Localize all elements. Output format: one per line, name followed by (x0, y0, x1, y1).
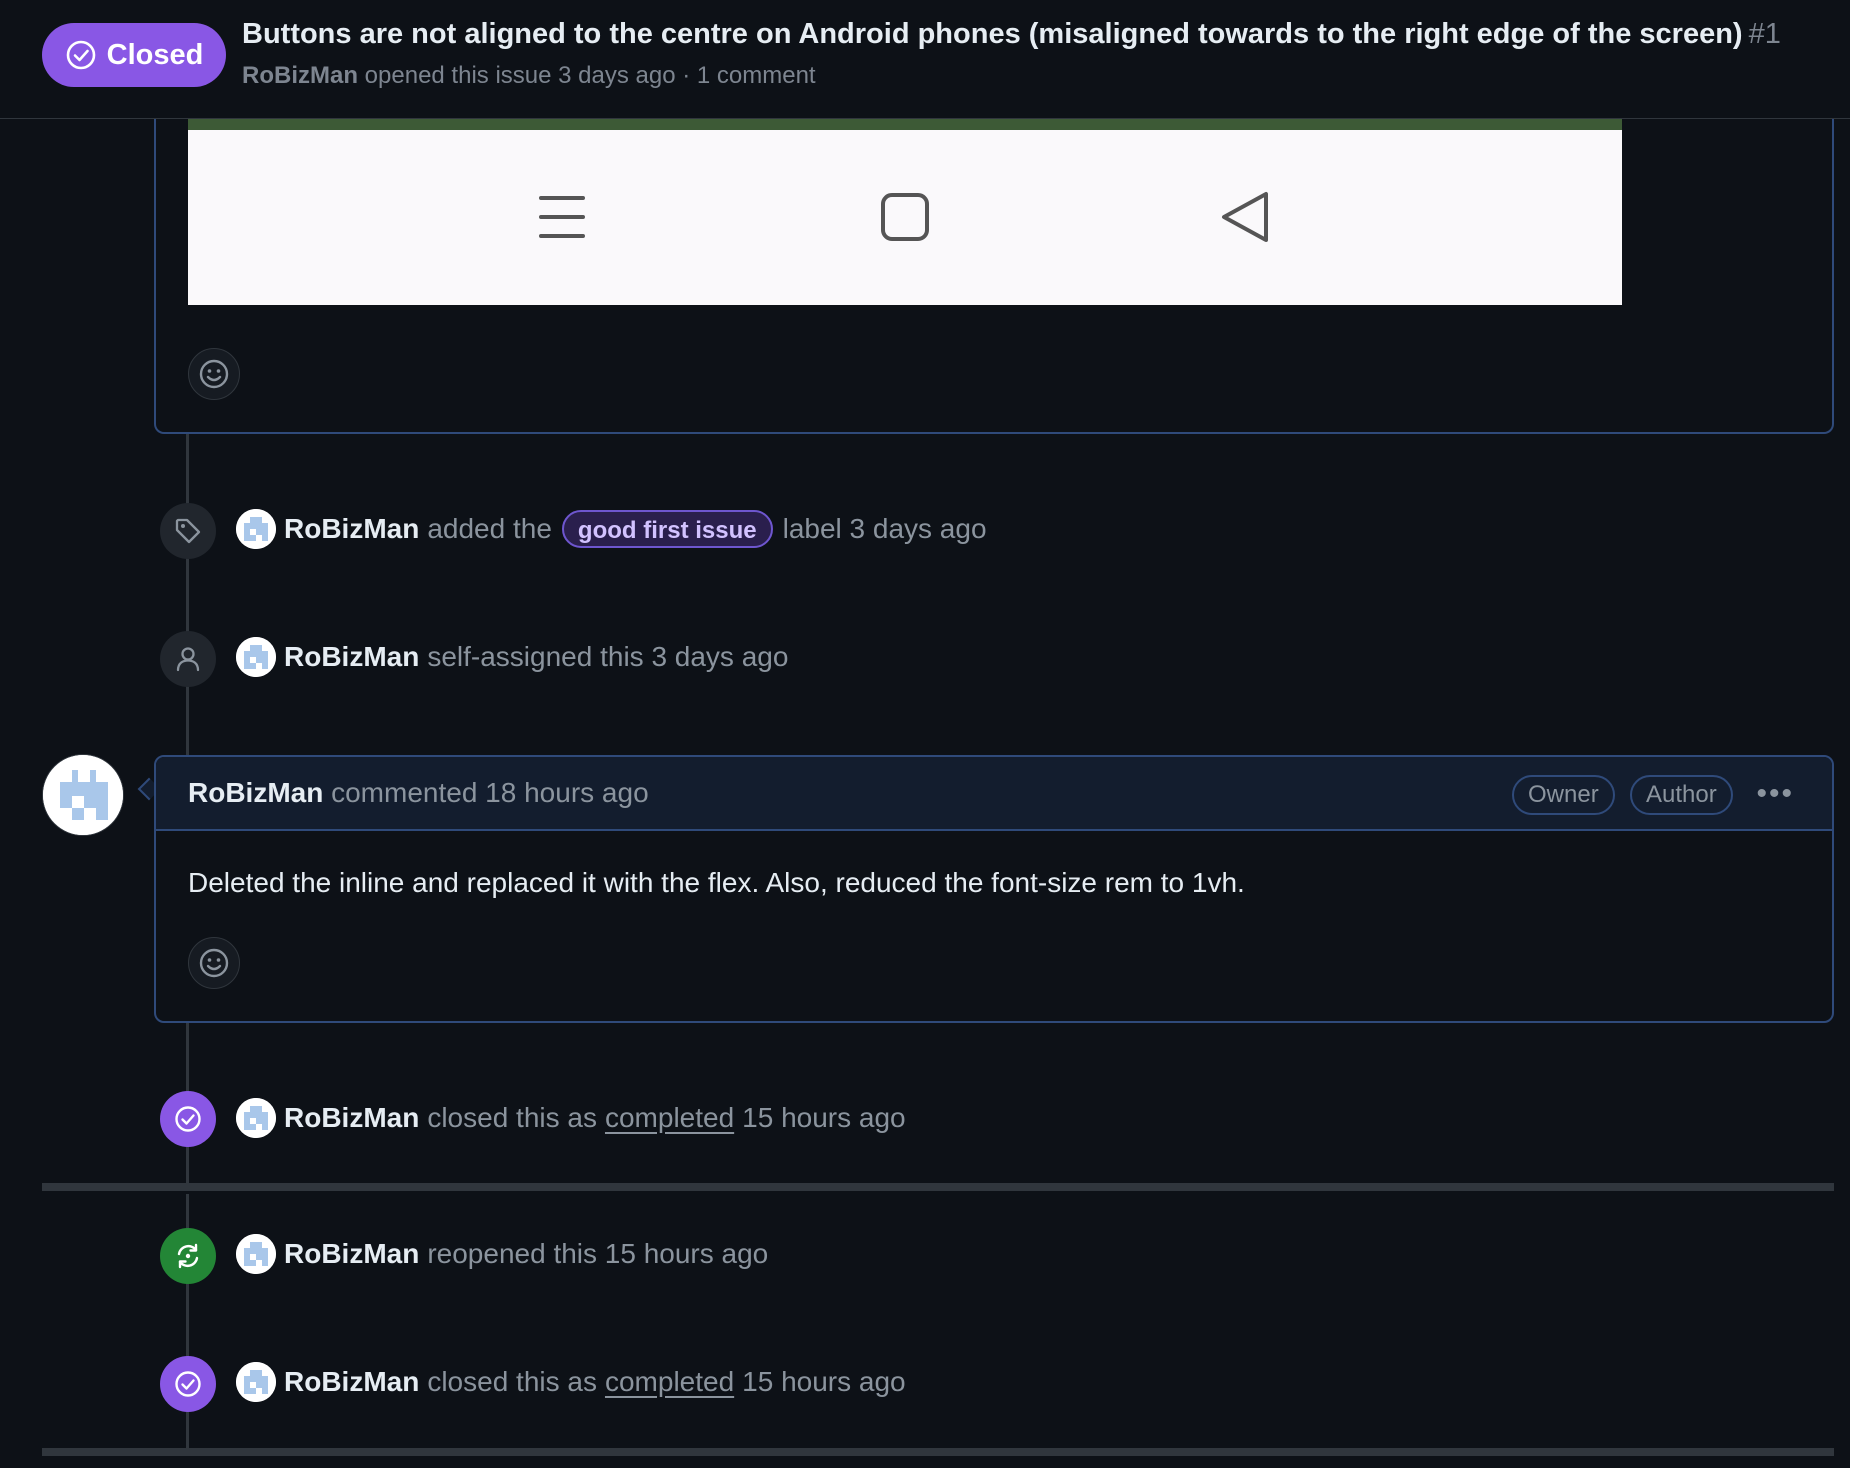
self-assigned-event: RoBizMan self-assigned this 3 days ago (236, 636, 788, 678)
add-reaction-button[interactable] (188, 937, 240, 989)
issue-meta: RoBizMan opened this issue 3 days ago · … (242, 62, 816, 90)
event-actor-link[interactable]: RoBizMan (284, 513, 419, 545)
event-text: self-assigned this 3 days ago (427, 641, 789, 672)
check-circle-icon (175, 1371, 201, 1397)
event-actor-link[interactable]: RoBizMan (284, 1102, 419, 1134)
closed-event-badge (160, 1091, 216, 1147)
label-added-event: RoBizMan added the good first issue labe… (236, 508, 987, 550)
menu-icon (539, 196, 585, 238)
comment-options-button[interactable]: ••• (1756, 777, 1794, 811)
author-badge: Author (1630, 775, 1733, 815)
event-actor-link[interactable]: RoBizMan (284, 1238, 419, 1270)
completed-link[interactable]: completed (605, 1366, 734, 1398)
timeline-divider (42, 1183, 1834, 1191)
person-icon (176, 647, 200, 672)
issue-title[interactable]: Buttons are not aligned to the centre on… (242, 18, 1781, 51)
tag-icon (175, 518, 201, 544)
issue-state-badge: Closed (42, 23, 226, 87)
smiley-icon (199, 948, 229, 978)
add-reaction-button[interactable] (188, 348, 240, 400)
sync-icon (177, 1243, 199, 1269)
check-circle-icon (175, 1106, 201, 1132)
comment-byline: RoBizMan commented 18 hours ago (188, 777, 649, 809)
event-actor-link[interactable]: RoBizMan (284, 641, 419, 673)
timeline-divider (42, 1448, 1834, 1456)
comment-author-avatar[interactable] (42, 754, 124, 836)
comment-timestamp[interactable]: commented 18 hours ago (331, 777, 649, 808)
comment-header: RoBizMan commented 18 hours ago Owner Au… (156, 757, 1832, 831)
label-event-badge (160, 503, 216, 559)
event-text: reopened this 15 hours ago (427, 1238, 769, 1269)
completed-link[interactable]: completed (605, 1102, 734, 1134)
event-text: added the (427, 513, 552, 544)
comment-card: RoBizMan commented 18 hours ago Owner Au… (154, 755, 1834, 1023)
closed-event: RoBizMan closed this as completed 15 hou… (236, 1361, 906, 1403)
comment-author-link[interactable]: RoBizMan (188, 777, 323, 808)
event-text: closed this as (427, 1102, 597, 1133)
reopened-event: RoBizMan reopened this 15 hours ago (236, 1233, 768, 1275)
smiley-icon (199, 359, 229, 389)
reopened-event-badge (160, 1228, 216, 1284)
timeline-connector (186, 434, 189, 756)
avatar[interactable] (236, 509, 276, 549)
event-time-text: 15 hours ago (742, 1366, 906, 1397)
assign-event-badge (160, 631, 216, 687)
issue-title-text[interactable]: Buttons are not aligned to the centre on… (242, 18, 1743, 50)
screenshot-top-strip (188, 118, 1622, 130)
comment-body: Deleted the inline and replaced it with … (188, 867, 1245, 898)
issue-author-link[interactable]: RoBizMan (242, 62, 358, 89)
owner-badge: Owner (1512, 775, 1615, 815)
issue-number: #1 (1748, 18, 1781, 50)
good-first-issue-label[interactable]: good first issue (561, 510, 773, 548)
home-square-icon (881, 193, 929, 241)
attached-screenshot-image[interactable] (188, 118, 1622, 305)
avatar[interactable] (236, 1362, 276, 1402)
issue-meta-text: opened this issue 3 days ago · 1 comment (364, 62, 816, 89)
avatar[interactable] (236, 637, 276, 677)
event-time-text: label 3 days ago (782, 513, 987, 544)
sticky-issue-header: Closed Buttons are not aligned to the ce… (0, 0, 1850, 119)
check-circle-icon (66, 40, 95, 70)
event-actor-link[interactable]: RoBizMan (284, 1366, 419, 1398)
back-triangle-icon (1222, 192, 1268, 242)
avatar[interactable] (236, 1234, 276, 1274)
event-text: closed this as (427, 1366, 597, 1397)
avatar[interactable] (236, 1098, 276, 1138)
closed-event-badge (160, 1356, 216, 1412)
closed-event: RoBizMan closed this as completed 15 hou… (236, 1097, 906, 1139)
event-time-text: 15 hours ago (742, 1102, 906, 1133)
issue-state-label: Closed (106, 38, 204, 71)
